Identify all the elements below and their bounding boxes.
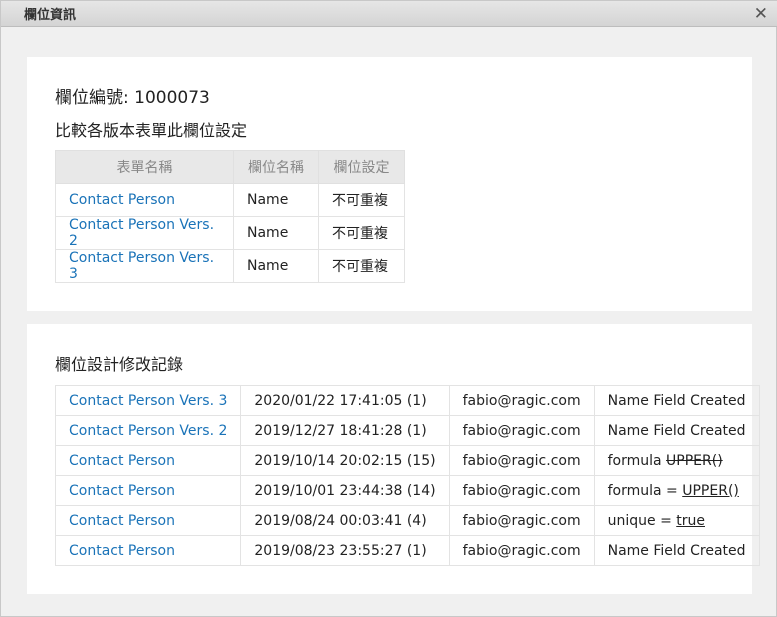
- user-cell: fabio@ragic.com: [448, 385, 595, 416]
- change-cell: Name Field Created: [593, 415, 760, 446]
- field-setting-cell: 不可重複: [318, 216, 405, 250]
- field-compare-panel: 欄位編號: 1000073 比較各版本表單此欄位設定 表單名稱 欄位名稱 欄位設…: [27, 57, 752, 311]
- change-value-added: true: [676, 512, 705, 529]
- table-row: Contact Person Vers. 3 2020/01/22 17:41:…: [54, 385, 760, 416]
- history-title: 欄位設計修改記錄: [55, 355, 184, 374]
- header-field-setting: 欄位設定: [318, 150, 405, 184]
- field-number-value: 1000073: [134, 88, 210, 108]
- user-cell: fabio@ragic.com: [448, 415, 595, 446]
- timestamp-cell: 2020/01/22 17:41:05 (1): [240, 385, 450, 416]
- form-link[interactable]: Contact Person Vers. 2: [55, 216, 234, 250]
- header-form-name: 表單名稱: [55, 150, 234, 184]
- timestamp-cell: 2019/10/14 20:02:15 (15): [240, 445, 450, 476]
- timestamp-cell: 2019/12/27 18:41:28 (1): [240, 415, 450, 446]
- compare-table-header: 表單名稱 欄位名稱 欄位設定: [55, 150, 405, 184]
- user-cell: fabio@ragic.com: [448, 475, 595, 506]
- form-link[interactable]: Contact Person: [54, 475, 242, 506]
- form-link[interactable]: Contact Person Vers. 2: [54, 415, 242, 446]
- change-value-added: UPPER(): [682, 482, 739, 499]
- table-row: Contact Person Vers. 3 Name 不可重複: [55, 249, 405, 283]
- user-cell: fabio@ragic.com: [448, 535, 595, 566]
- field-name-cell: Name: [233, 183, 319, 217]
- dialog-title: 欄位資訊: [24, 8, 77, 23]
- table-row: Contact Person 2019/08/23 23:55:27 (1) f…: [54, 535, 760, 566]
- change-value-removed: UPPER(): [666, 452, 723, 469]
- history-table: Contact Person Vers. 3 2020/01/22 17:41:…: [54, 385, 760, 566]
- form-link[interactable]: Contact Person Vers. 3: [54, 385, 242, 416]
- table-row: Contact Person 2019/10/01 23:44:38 (14) …: [54, 475, 760, 506]
- change-text: Name Field Created: [607, 392, 746, 409]
- form-link[interactable]: Contact Person: [54, 505, 242, 536]
- timestamp-cell: 2019/10/01 23:44:38 (14): [240, 475, 450, 506]
- user-cell: fabio@ragic.com: [448, 505, 595, 536]
- change-text: formula =: [607, 482, 683, 499]
- form-link[interactable]: Contact Person Vers. 3: [55, 249, 234, 283]
- header-field-name: 欄位名稱: [233, 150, 319, 184]
- field-setting-cell: 不可重複: [318, 183, 405, 217]
- change-text: Name Field Created: [607, 422, 746, 439]
- table-row: Contact Person 2019/08/24 00:03:41 (4) f…: [54, 505, 760, 536]
- field-number-label: 欄位編號:: [55, 88, 135, 108]
- form-link[interactable]: Contact Person: [54, 445, 242, 476]
- table-row: Contact Person Name 不可重複: [55, 183, 405, 217]
- change-cell: unique = true: [593, 505, 760, 536]
- field-setting-cell: 不可重複: [318, 249, 405, 283]
- compare-title: 比較各版本表單此欄位設定: [55, 121, 248, 140]
- field-name-cell: Name: [233, 216, 319, 250]
- change-text: unique =: [607, 512, 677, 529]
- user-cell: fabio@ragic.com: [448, 445, 595, 476]
- form-link[interactable]: Contact Person: [54, 535, 242, 566]
- timestamp-cell: 2019/08/24 00:03:41 (4): [240, 505, 450, 536]
- dialog-titlebar[interactable]: 欄位資訊 ✕: [1, 1, 777, 27]
- form-link[interactable]: Contact Person: [55, 183, 234, 217]
- field-info-dialog: 欄位資訊 ✕ 欄位編號: 1000073 比較各版本表單此欄位設定 表單名稱 欄…: [0, 0, 777, 617]
- change-cell: Name Field Created: [593, 385, 760, 416]
- change-text: Name Field Created: [607, 542, 746, 559]
- change-text: formula: [607, 452, 667, 469]
- table-row: Contact Person Vers. 2 2019/12/27 18:41:…: [54, 415, 760, 446]
- change-cell: formula UPPER(): [593, 445, 760, 476]
- table-row: Contact Person 2019/10/14 20:02:15 (15) …: [54, 445, 760, 476]
- compare-table: 表單名稱 欄位名稱 欄位設定 Contact Person Name 不可重複 …: [55, 150, 405, 283]
- change-cell: formula = UPPER(): [593, 475, 760, 506]
- close-icon[interactable]: ✕: [754, 5, 768, 23]
- field-number: 欄位編號: 1000073: [55, 83, 210, 108]
- change-cell: Name Field Created: [593, 535, 760, 566]
- history-panel: 欄位設計修改記錄 Contact Person Vers. 3 2020/01/…: [27, 324, 760, 594]
- table-row: Contact Person Vers. 2 Name 不可重複: [55, 216, 405, 250]
- timestamp-cell: 2019/08/23 23:55:27 (1): [240, 535, 450, 566]
- field-name-cell: Name: [233, 249, 319, 283]
